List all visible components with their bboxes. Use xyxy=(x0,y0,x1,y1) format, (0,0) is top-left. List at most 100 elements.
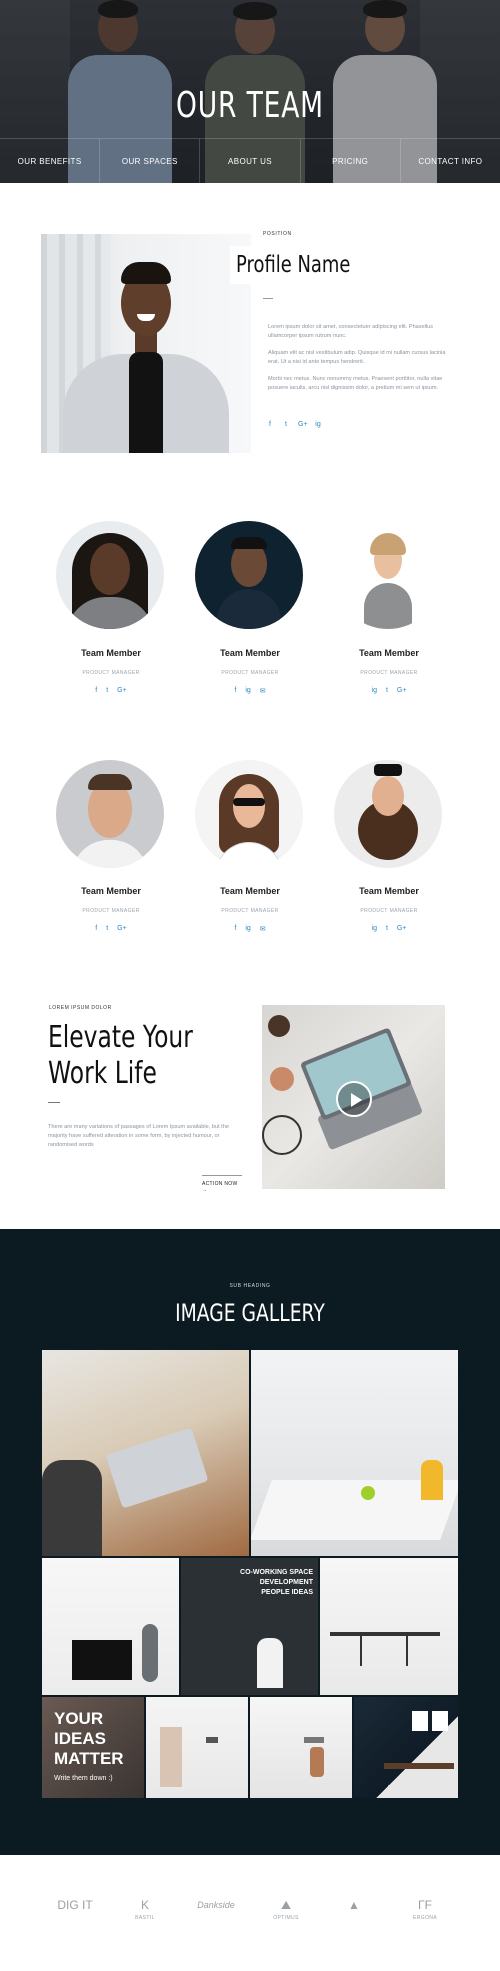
profile-photo xyxy=(41,234,251,453)
avatar xyxy=(56,760,164,868)
member-role: PRODUCT MANAGER xyxy=(82,670,140,676)
gallery-title-text: IMAGE GALLERY xyxy=(175,1299,325,1327)
instagram-icon[interactable]: ig xyxy=(314,421,322,428)
divider xyxy=(263,298,273,299)
member-social: f t G+ xyxy=(41,687,181,694)
nav-our-benefits[interactable]: OUR BENEFITS xyxy=(0,138,101,183)
profile-social: f t G+ ig xyxy=(266,421,322,428)
member-role: PRODUCT MANAGER xyxy=(360,670,418,676)
triangle-icon: ▲ xyxy=(348,1898,360,1912)
twitter-icon[interactable]: t xyxy=(282,421,290,428)
member-social: f ig ✉ xyxy=(180,687,320,695)
avatar xyxy=(195,521,303,629)
instagram-icon[interactable]: ig xyxy=(372,687,377,694)
logo-triangle[interactable]: ▲ xyxy=(329,1897,379,1915)
video-thumbnail[interactable] xyxy=(262,1005,445,1189)
member-name: Team Member xyxy=(81,886,141,896)
gallery-image[interactable] xyxy=(250,1697,352,1798)
profile-paragraph: Lorem ipsum dolor sit amet, consectetuer… xyxy=(268,324,434,339)
logo-ergona[interactable]: ΓF ERGONA xyxy=(400,1897,450,1921)
logo-word: BASTIL xyxy=(135,1915,155,1921)
facebook-icon[interactable]: f xyxy=(266,421,274,428)
glasses-decor xyxy=(262,1115,302,1155)
section-title: Elevate Your Work Life xyxy=(48,1020,228,1092)
google-plus-icon[interactable]: G+ xyxy=(117,925,127,932)
gallery-image[interactable] xyxy=(42,1558,179,1695)
email-icon[interactable]: ✉ xyxy=(260,925,266,933)
google-plus-icon[interactable]: G+ xyxy=(298,421,308,428)
image-gallery-section: SUB HEADING IMAGE GALLERY CO-WORKING SPA… xyxy=(0,1229,500,1855)
action-now-label: ACTION NOW xyxy=(202,1181,238,1187)
twitter-icon[interactable]: t xyxy=(106,687,108,694)
profile-name-text: Profile Name xyxy=(236,252,351,278)
section-eyebrow: LOREM IPSUM DOLOR xyxy=(49,1005,112,1011)
gallery-image[interactable] xyxy=(354,1697,458,1798)
instagram-icon[interactable]: ig xyxy=(245,925,250,933)
twitter-icon[interactable]: t xyxy=(106,925,108,932)
email-icon[interactable]: ✉ xyxy=(260,687,266,695)
google-plus-icon[interactable]: G+ xyxy=(397,687,407,694)
nav-our-spaces[interactable]: OUR SPACES xyxy=(100,138,201,183)
gallery-image[interactable] xyxy=(251,1350,458,1556)
profile-position-label: POSITION xyxy=(263,231,292,237)
poster-text: CO-WORKING SPACE DEVELOPMENT PEOPLE IDEA… xyxy=(240,1569,313,1596)
logo-optimus[interactable]: ⛰ OPTIMUS xyxy=(261,1897,311,1921)
google-plus-icon[interactable]: G+ xyxy=(117,687,127,694)
member-role: PRODUCT MANAGER xyxy=(360,908,418,914)
action-now-link[interactable]: ACTION NOW → xyxy=(202,1175,242,1193)
logo-mark: K xyxy=(140,1898,149,1912)
logo-mark: ΓF xyxy=(418,1898,432,1912)
hero-nav: OUR BENEFITS OUR SPACES ABOUT US PRICING… xyxy=(0,138,500,183)
gallery-image[interactable] xyxy=(42,1350,249,1556)
poster-line: YOUR xyxy=(54,1709,104,1728)
member-social: ig t G+ xyxy=(319,925,459,932)
nav-contact-info[interactable]: CONTACT INFO xyxy=(400,138,500,183)
google-plus-icon[interactable]: G+ xyxy=(397,925,407,932)
poster-line: IDEAS xyxy=(54,1729,106,1748)
logo-bastil[interactable]: K BASTIL xyxy=(120,1897,170,1921)
poster-sub: Write them down :) xyxy=(54,1775,113,1782)
member-role: PRODUCT MANAGER xyxy=(221,670,279,676)
avatar xyxy=(334,760,442,868)
gallery-image[interactable] xyxy=(320,1558,458,1695)
facebook-icon[interactable]: f xyxy=(95,925,97,932)
facebook-icon[interactable]: f xyxy=(234,925,236,933)
facebook-icon[interactable]: f xyxy=(234,687,236,695)
member-name: Team Member xyxy=(81,648,141,658)
avatar xyxy=(195,760,303,868)
avatar xyxy=(56,521,164,629)
client-logos: DIG IT K BASTIL Dankside ⛰ OPTIMUS ▲ ΓF … xyxy=(0,1855,500,1971)
gallery-image[interactable]: CO-WORKING SPACE DEVELOPMENT PEOPLE IDEA… xyxy=(181,1558,318,1695)
instagram-icon[interactable]: ig xyxy=(372,925,377,932)
cup-decor xyxy=(270,1067,294,1091)
logo-mark: Dankside xyxy=(197,1900,235,1910)
member-role: PRODUCT MANAGER xyxy=(82,908,140,914)
member-social: f ig ✉ xyxy=(180,925,320,933)
play-icon[interactable] xyxy=(336,1081,372,1117)
page-title: OUR TEAM xyxy=(176,85,324,126)
arrow-right-icon: → xyxy=(202,1187,208,1193)
section-title-line: Work Life xyxy=(48,1056,157,1091)
member-name: Team Member xyxy=(359,886,419,896)
logo-dankside[interactable]: Dankside xyxy=(191,1897,241,1915)
nav-pricing[interactable]: PRICING xyxy=(300,138,401,183)
member-name: Team Member xyxy=(359,648,419,658)
logo-mark: DIG IT xyxy=(57,1898,93,1912)
gallery-image[interactable] xyxy=(146,1697,248,1798)
twitter-icon[interactable]: t xyxy=(386,687,388,694)
gallery-title: IMAGE GALLERY xyxy=(0,1299,500,1327)
member-social: ig t G+ xyxy=(319,687,459,694)
section-text: There are many variations of passages of… xyxy=(48,1124,229,1148)
section-title-line: Elevate Your xyxy=(48,1020,193,1055)
nav-about-us[interactable]: ABOUT US xyxy=(200,138,301,183)
profile-paragraph: Morbi nec metus. Nunc nonummy metus. Pra… xyxy=(268,376,443,391)
avatar xyxy=(334,521,442,629)
logo-digit[interactable]: DIG IT xyxy=(50,1897,100,1915)
twitter-icon[interactable]: t xyxy=(386,925,388,932)
facebook-icon[interactable]: f xyxy=(95,687,97,694)
member-name: Team Member xyxy=(220,648,280,658)
instagram-icon[interactable]: ig xyxy=(245,687,250,695)
gallery-image[interactable]: YOUR IDEAS MATTER Write them down :) xyxy=(42,1697,144,1798)
member-social: f t G+ xyxy=(41,925,181,932)
divider xyxy=(48,1102,60,1103)
